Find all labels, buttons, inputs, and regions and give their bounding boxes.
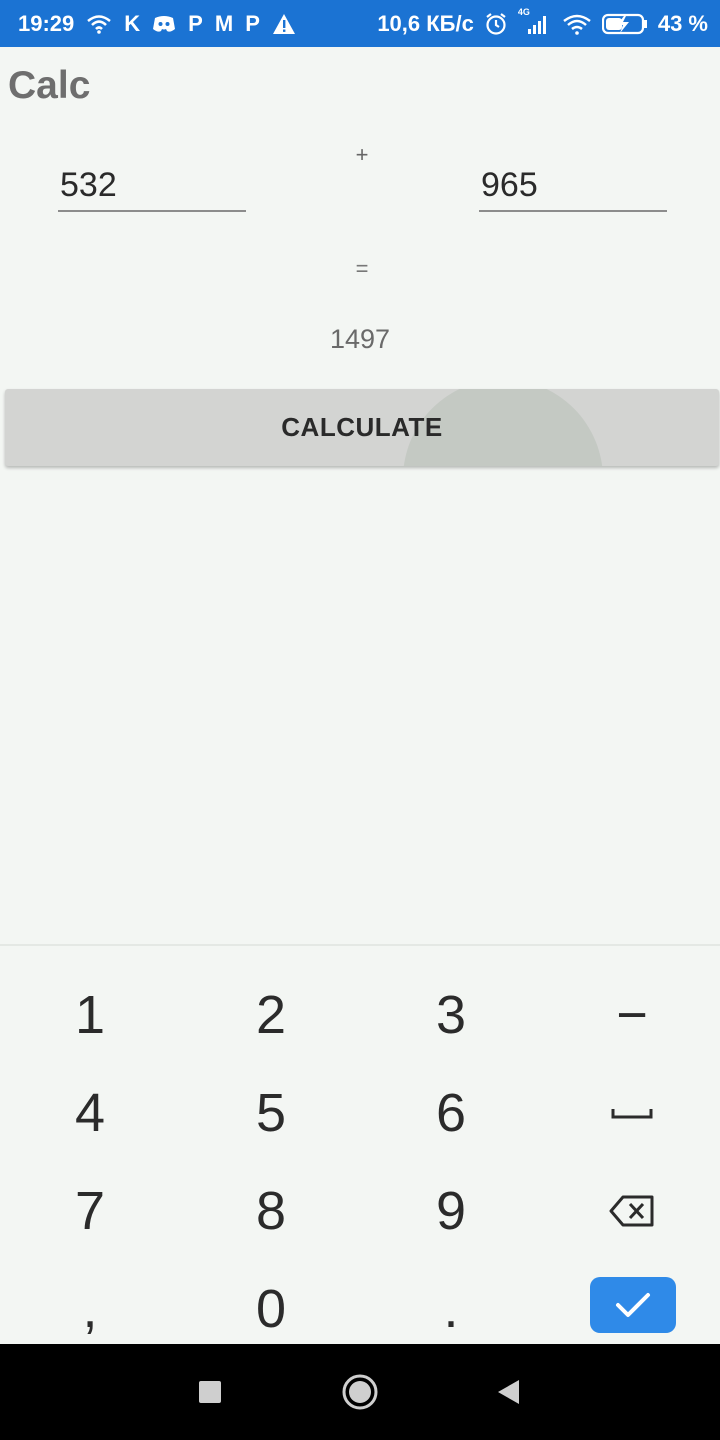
key-9[interactable]: 9	[361, 1162, 541, 1260]
network-speed: 10,6 КБ/с	[377, 10, 474, 36]
key-6[interactable]: 6	[361, 1064, 541, 1162]
result-value: 1497	[329, 324, 391, 354]
key-2[interactable]: 2	[181, 966, 361, 1064]
status-left-group: 19:29 K P M P	[18, 11, 296, 37]
key-space[interactable]	[542, 1064, 720, 1162]
recents-square-icon[interactable]	[190, 1372, 230, 1412]
calculate-button-label: CALCULATE	[281, 412, 443, 442]
calculate-button[interactable]: CALCULATE	[5, 389, 719, 466]
alarm-icon	[484, 12, 508, 36]
status-time: 19:29	[18, 10, 75, 36]
network-type: 4G	[517, 6, 530, 17]
plus-operator: +	[355, 142, 369, 167]
p-icon: P	[188, 10, 203, 36]
key-backspace[interactable]	[542, 1162, 720, 1260]
signal-icon: 4G	[518, 7, 552, 35]
k-icon: K	[124, 10, 141, 36]
backspace-icon	[609, 1195, 654, 1227]
gmail-icon: M	[214, 10, 234, 36]
discord-icon	[152, 14, 176, 34]
key-3[interactable]: 3	[361, 966, 541, 1064]
key-done-button[interactable]	[590, 1277, 676, 1333]
warning-icon	[272, 13, 296, 35]
key-5[interactable]: 5	[181, 1064, 361, 1162]
key-1[interactable]: 1	[0, 966, 180, 1064]
p-icon: P	[245, 10, 260, 36]
second-number-input[interactable]	[479, 160, 667, 212]
first-number-input[interactable]	[58, 160, 246, 212]
navigation-bar	[0, 1344, 720, 1440]
wifi-icon	[562, 13, 592, 35]
wifi-icon	[86, 14, 112, 34]
key-4[interactable]: 4	[0, 1064, 180, 1162]
battery-charging-icon	[601, 13, 648, 35]
key-7[interactable]: 7	[0, 1162, 180, 1260]
equals-sign: =	[355, 256, 369, 281]
home-circle-icon[interactable]	[340, 1372, 380, 1412]
status-right-group: 10,6 КБ/с 4G 43 %	[377, 7, 708, 37]
numeric-keyboard: 1 2 3 − 4 5 6 7 8 9 , 0 .	[0, 944, 720, 1344]
back-triangle-icon[interactable]	[488, 1372, 528, 1412]
status-bar: 19:29 K P M P 10,6 КБ/с 4G 43 %	[0, 0, 720, 47]
check-icon	[616, 1293, 650, 1317]
space-icon	[611, 1109, 653, 1119]
battery-percent: 43 %	[657, 10, 708, 36]
app-title: Calc	[8, 64, 91, 107]
key-8[interactable]: 8	[181, 1162, 361, 1260]
key-minus[interactable]: −	[542, 966, 720, 1064]
